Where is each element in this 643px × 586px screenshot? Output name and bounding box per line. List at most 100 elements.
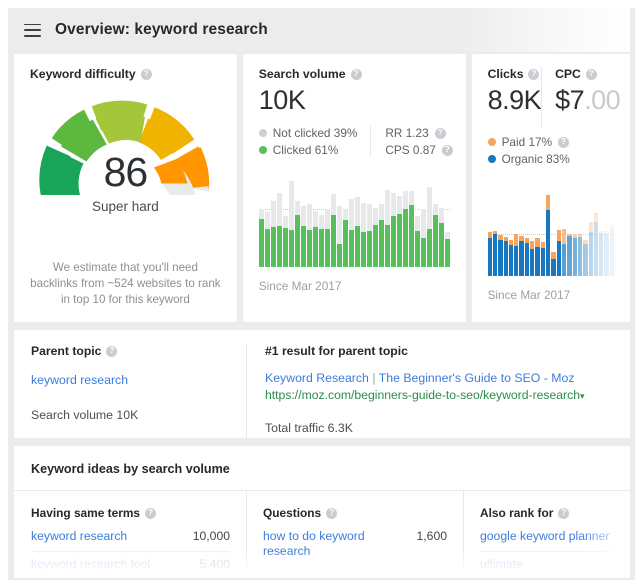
help-icon[interactable]: ? bbox=[442, 145, 453, 156]
bar-segment-clicked bbox=[349, 230, 354, 267]
bar-segment-clicked bbox=[325, 229, 330, 267]
help-icon[interactable]: ? bbox=[435, 128, 446, 139]
legend-item-organic: Organic 83% bbox=[488, 152, 570, 166]
chart-bar bbox=[530, 178, 534, 276]
bar-segment-not-clicked bbox=[283, 216, 288, 229]
chart-bar bbox=[589, 178, 593, 276]
parent-topic-search-volume: Search volume 10K bbox=[31, 408, 246, 422]
help-icon[interactable]: ? bbox=[141, 69, 152, 80]
keyword-volume: 10,000 bbox=[193, 529, 230, 543]
legend-label: Organic 83% bbox=[502, 152, 570, 166]
bar-segment-not-clicked bbox=[331, 194, 336, 214]
bar-segment-paid bbox=[562, 229, 566, 244]
help-icon[interactable]: ? bbox=[558, 508, 569, 519]
table-row[interactable]: keyword research tool 5,400 bbox=[31, 557, 246, 572]
chart-bar bbox=[541, 178, 545, 276]
chart-bar bbox=[343, 175, 348, 267]
chart-bar bbox=[427, 175, 432, 267]
metric-cps: CPS 0.87 ? bbox=[385, 143, 453, 157]
difficulty-gauge: 86 Super hard bbox=[14, 95, 237, 255]
bar-segment-organic bbox=[493, 234, 497, 276]
chevron-down-icon[interactable]: ▾ bbox=[580, 391, 585, 401]
difficulty-note: We estimate that you'll need backlinks f… bbox=[14, 260, 237, 308]
column-header: Also rank for ? bbox=[480, 491, 630, 524]
bar-segment-paid bbox=[610, 225, 614, 230]
bar-segment-clicked bbox=[391, 216, 396, 267]
chart-bar bbox=[557, 178, 561, 276]
bar-segment-clicked bbox=[379, 220, 384, 267]
chart-bar bbox=[271, 175, 276, 267]
row-divider bbox=[31, 551, 230, 552]
legend-dot-icon bbox=[488, 138, 496, 146]
chart-bar bbox=[349, 175, 354, 267]
keyword-link[interactable]: keyword research tool bbox=[31, 557, 150, 572]
bar-segment-paid bbox=[589, 222, 593, 233]
serp-result-title[interactable]: Keyword Research | The Beginner's Guide … bbox=[265, 371, 630, 385]
help-icon[interactable]: ? bbox=[326, 508, 337, 519]
parent-topic-keyword-link[interactable]: keyword research bbox=[31, 373, 128, 387]
bar-segment-clicked bbox=[415, 231, 420, 267]
chart-bar bbox=[551, 178, 555, 276]
bar-segment-not-clicked bbox=[277, 193, 282, 225]
clicks-header: Clicks ? bbox=[488, 67, 542, 81]
bar-segment-paid bbox=[493, 231, 497, 234]
help-icon[interactable]: ? bbox=[351, 69, 362, 80]
page-edge-bottom bbox=[0, 580, 643, 586]
bar-segment-organic bbox=[567, 236, 571, 276]
help-icon[interactable]: ? bbox=[558, 137, 569, 148]
bar-segment-clicked bbox=[295, 215, 300, 267]
bar-segment-not-clicked bbox=[379, 204, 384, 221]
page-edge-left bbox=[0, 0, 8, 586]
bar-segment-organic bbox=[541, 248, 545, 276]
parent-topic-right: #1 result for parent topic Keyword Resea… bbox=[246, 344, 630, 438]
ideas-column-also-rank-for: Also rank for ? google keyword planner u… bbox=[463, 491, 630, 574]
bar-segment-not-clicked bbox=[289, 181, 294, 231]
keyword-link[interactable]: keyword research bbox=[31, 529, 127, 544]
chart-bar bbox=[385, 175, 390, 267]
bar-segment-clicked bbox=[385, 225, 390, 267]
chart-bar bbox=[433, 175, 438, 267]
keyword-volume: 5,400 bbox=[200, 557, 231, 571]
bar-segment-clicked bbox=[289, 230, 294, 267]
table-row[interactable]: ultimate bbox=[480, 557, 630, 572]
bar-segment-clicked bbox=[343, 220, 348, 267]
bar-segment-paid bbox=[541, 242, 545, 248]
bar-segment-paid bbox=[567, 234, 571, 236]
bar-segment-organic bbox=[514, 246, 518, 276]
bar-segment-not-clicked bbox=[445, 232, 450, 239]
chart-bar bbox=[514, 178, 518, 276]
chart-bar bbox=[319, 175, 324, 267]
page-header: Overview: keyword research bbox=[14, 8, 630, 52]
bar-segment-not-clicked bbox=[343, 209, 348, 220]
cpc-value: $7.00 bbox=[555, 83, 620, 117]
keyword-link[interactable]: google keyword planner bbox=[480, 529, 609, 544]
help-icon[interactable]: ? bbox=[586, 69, 597, 80]
chart-bar bbox=[361, 175, 366, 267]
bar-segment-clicked bbox=[265, 229, 270, 267]
help-icon[interactable]: ? bbox=[145, 508, 156, 519]
table-row[interactable]: how to do keyword research 1,600 bbox=[263, 529, 463, 559]
serp-result-url[interactable]: https://moz.com/beginners-guide-to-seo/k… bbox=[265, 388, 630, 402]
bar-segment-not-clicked bbox=[367, 204, 372, 231]
legend-dot-icon bbox=[259, 129, 267, 137]
table-row[interactable]: google keyword planner bbox=[480, 529, 630, 544]
legend-label: Paid 17% bbox=[502, 135, 553, 149]
bar-segment-clicked bbox=[361, 232, 366, 267]
bar-segment-not-clicked bbox=[361, 203, 366, 232]
chart-bar bbox=[355, 175, 360, 267]
chart-bar bbox=[546, 178, 550, 276]
legend-item-not-clicked: Not clicked 39% bbox=[259, 126, 358, 140]
help-icon[interactable]: ? bbox=[528, 69, 539, 80]
keyword-link[interactable]: ultimate bbox=[480, 557, 523, 572]
parent-topic-left: Parent topic ? keyword research Search v… bbox=[14, 344, 246, 438]
bar-segment-not-clicked bbox=[391, 193, 396, 217]
keyword-link[interactable]: how to do keyword research bbox=[263, 529, 373, 559]
hamburger-icon[interactable] bbox=[24, 24, 41, 37]
difficulty-score: 86 bbox=[14, 149, 237, 196]
metrics-cards-row: Keyword difficulty ? bbox=[14, 54, 630, 322]
keyword-ideas-card: Keyword ideas by search volume Having sa… bbox=[14, 446, 630, 578]
parent-topic-title: Parent topic bbox=[31, 344, 101, 358]
help-icon[interactable]: ? bbox=[106, 346, 117, 357]
bar-segment-not-clicked bbox=[403, 191, 408, 209]
table-row[interactable]: keyword research 10,000 bbox=[31, 529, 246, 544]
